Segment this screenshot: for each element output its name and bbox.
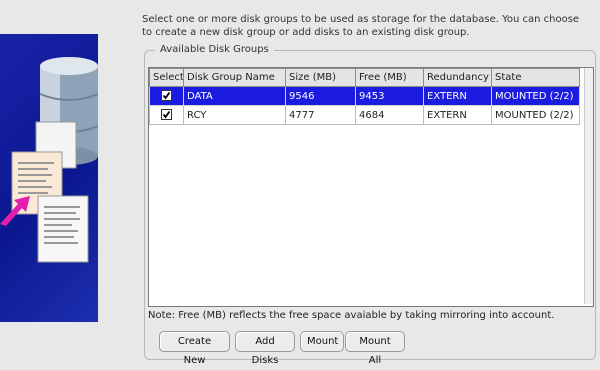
mount-all-button[interactable]: Mount All: [345, 331, 405, 366]
table-header-row: Select Disk Group Name Size (MB) Free (M…: [149, 68, 580, 87]
check-icon: [162, 92, 171, 100]
disk-groups-table[interactable]: Select Disk Group Name Size (MB) Free (M…: [148, 67, 594, 307]
disk-groups-title: Available Disk Groups: [155, 44, 274, 55]
disk-group-name-cell: RCY: [183, 105, 286, 125]
row-checkbox[interactable]: [161, 90, 172, 102]
state-cell: MOUNTED (2/2): [491, 105, 580, 125]
column-header-redundancy[interactable]: Redundancy: [423, 68, 492, 87]
free-space-note: Note: Free (MB) reflects the free space …: [148, 310, 555, 321]
state-cell: MOUNTED (2/2): [491, 86, 580, 106]
database-illustration-icon: [0, 57, 98, 263]
disk-group-name-cell: DATA: [183, 86, 286, 106]
illustration-panel: [0, 34, 98, 322]
add-disks-button[interactable]: Add Disks: [235, 331, 295, 366]
table-row[interactable]: RCY 4777 4684 EXTERN MOUNTED (2/2): [149, 105, 580, 125]
size-cell: 4777: [285, 105, 356, 125]
create-new-button[interactable]: Create New: [159, 331, 230, 366]
select-cell[interactable]: [149, 86, 184, 106]
table-scrollbar[interactable]: [584, 68, 593, 304]
column-header-state[interactable]: State: [491, 68, 580, 87]
check-icon: [162, 111, 171, 119]
column-header-size[interactable]: Size (MB): [285, 68, 356, 87]
redundancy-cell: EXTERN: [423, 86, 492, 106]
column-header-select[interactable]: Select: [149, 68, 184, 87]
free-cell: 9453: [355, 86, 424, 106]
row-checkbox[interactable]: [161, 109, 172, 121]
table-row[interactable]: DATA 9546 9453 EXTERN MOUNTED (2/2): [149, 86, 580, 106]
select-cell[interactable]: [149, 105, 184, 125]
column-header-name[interactable]: Disk Group Name: [183, 68, 286, 87]
instructions-text: Select one or more disk groups to be use…: [142, 14, 580, 38]
mount-button[interactable]: Mount: [300, 331, 344, 352]
redundancy-cell: EXTERN: [423, 105, 492, 125]
arrow-icon: [0, 196, 30, 226]
column-header-free[interactable]: Free (MB): [355, 68, 424, 87]
free-cell: 4684: [355, 105, 424, 125]
size-cell: 9546: [285, 86, 356, 106]
